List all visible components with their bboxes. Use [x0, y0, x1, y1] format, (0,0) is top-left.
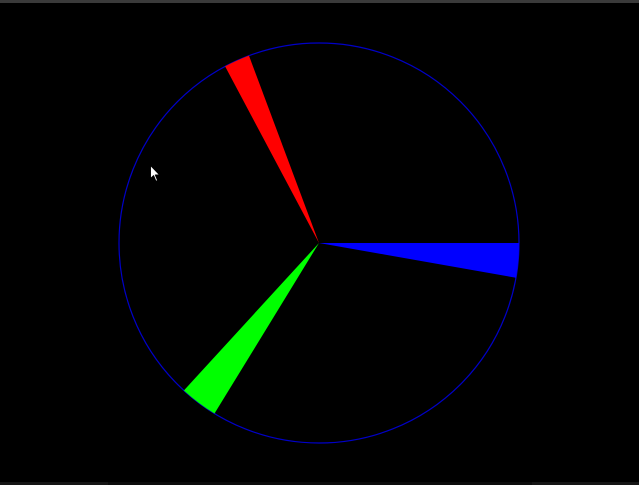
sector-red — [225, 55, 319, 243]
sector-green — [183, 243, 319, 414]
arrow-pointer-icon — [150, 165, 161, 182]
sector-group — [183, 55, 519, 414]
game-canvas[interactable] — [0, 0, 639, 485]
game-window[interactable] — [0, 0, 639, 485]
sector-blue — [319, 243, 519, 278]
